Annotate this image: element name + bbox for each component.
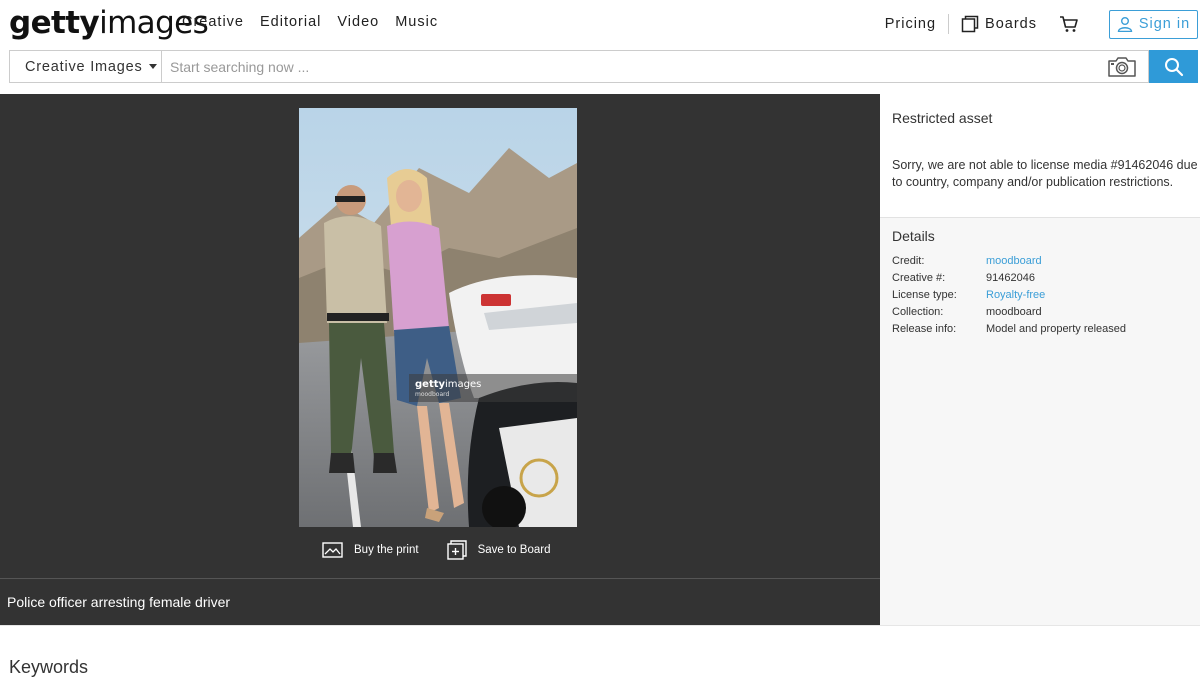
search-field xyxy=(161,50,1149,83)
detail-key: Credit: xyxy=(892,255,925,267)
nav-editorial[interactable]: Editorial xyxy=(260,14,321,30)
buy-print-label: Buy the print xyxy=(354,544,419,556)
cart-button[interactable] xyxy=(1059,15,1079,33)
watermark-bold: getty xyxy=(415,379,446,390)
nav-creative[interactable]: Creative xyxy=(182,14,244,30)
picture-frame-icon xyxy=(322,542,343,558)
user-icon xyxy=(1117,17,1133,32)
account-nav: Pricing Boards Sign in xyxy=(885,9,1198,39)
image-caption: Police officer arresting female driver xyxy=(7,594,231,610)
sign-in-label: Sign in xyxy=(1138,16,1191,32)
search-icon xyxy=(1164,57,1183,76)
buy-print-button[interactable]: Buy the print xyxy=(322,542,419,558)
boards-icon xyxy=(961,15,979,33)
camera-icon xyxy=(1108,57,1136,77)
caret-down-icon xyxy=(148,64,157,69)
main-nav: Creative Editorial Video Music xyxy=(182,14,438,30)
detail-key: Creative #: xyxy=(892,272,946,284)
boards-link[interactable]: Boards xyxy=(961,15,1037,33)
detail-key: Release info: xyxy=(892,323,957,335)
getty-images-logo[interactable]: getty images xyxy=(9,3,209,43)
watermark-text: gettyimages moodboard xyxy=(415,379,481,398)
cart-icon xyxy=(1060,16,1078,32)
restricted-message: Sorry, we are not able to license media … xyxy=(892,158,1198,189)
search-scope-dropdown[interactable]: Creative Images xyxy=(9,50,161,83)
save-to-board-label: Save to Board xyxy=(477,544,551,556)
detail-row-license-type: License type: Royalty-free xyxy=(892,289,1045,306)
detail-row-collection: Collection: moodboard xyxy=(892,306,1042,323)
nav-video[interactable]: Video xyxy=(337,14,379,30)
keywords-heading: Keywords xyxy=(9,657,89,677)
save-to-board-button[interactable]: Save to Board xyxy=(446,540,551,560)
add-to-board-icon xyxy=(446,540,467,560)
top-bar: getty images Creative Editorial Video Mus… xyxy=(0,0,1200,48)
logo-bold: getty xyxy=(9,5,100,41)
caption-divider xyxy=(0,578,880,579)
restricted-title: Restricted asset xyxy=(892,110,993,126)
image-actions: Buy the print Save to Board xyxy=(322,540,578,560)
detail-row-creative-number: Creative #: 91462046 xyxy=(892,272,1035,289)
detail-row-credit: Credit: moodboard xyxy=(892,255,1042,272)
sign-in-button[interactable]: Sign in xyxy=(1109,9,1198,39)
search-by-image-button[interactable] xyxy=(1107,56,1137,83)
detail-key: Collection: xyxy=(892,306,944,318)
boards-label: Boards xyxy=(985,16,1037,32)
detail-key: License type: xyxy=(892,289,957,301)
search-button[interactable] xyxy=(1149,50,1198,83)
detail-value: Model and property released xyxy=(986,323,1127,335)
photo-illustration xyxy=(299,108,577,527)
pricing-link[interactable]: Pricing xyxy=(885,16,936,32)
asset-preview-image[interactable]: gettyimages moodboard xyxy=(299,108,577,527)
watermark-light: images xyxy=(445,379,482,390)
credit-link[interactable]: moodboard xyxy=(986,255,1042,272)
detail-row-release-info: Release info: Model and property release… xyxy=(892,323,1126,340)
search-bar: Creative Images xyxy=(9,50,1198,83)
detail-value: moodboard xyxy=(986,306,1042,318)
nav-music[interactable]: Music xyxy=(395,14,438,30)
nav-divider xyxy=(948,14,950,34)
license-type-link[interactable]: Royalty-free xyxy=(986,289,1045,306)
image-viewer: gettyimages moodboard Buy the print Save… xyxy=(0,94,880,625)
asset-details-panel: Restricted asset Sorry, we are not able … xyxy=(880,94,1200,625)
watermark-sub: moodboard xyxy=(415,391,450,398)
details-title: Details xyxy=(892,228,935,244)
restricted-notice: Restricted asset Sorry, we are not able … xyxy=(880,94,1200,218)
section-divider xyxy=(0,625,1200,626)
detail-value: 91462046 xyxy=(986,272,1035,284)
search-scope-label: Creative Images xyxy=(25,58,143,75)
watermark: gettyimages moodboard xyxy=(409,374,577,402)
search-input[interactable] xyxy=(162,51,1148,82)
